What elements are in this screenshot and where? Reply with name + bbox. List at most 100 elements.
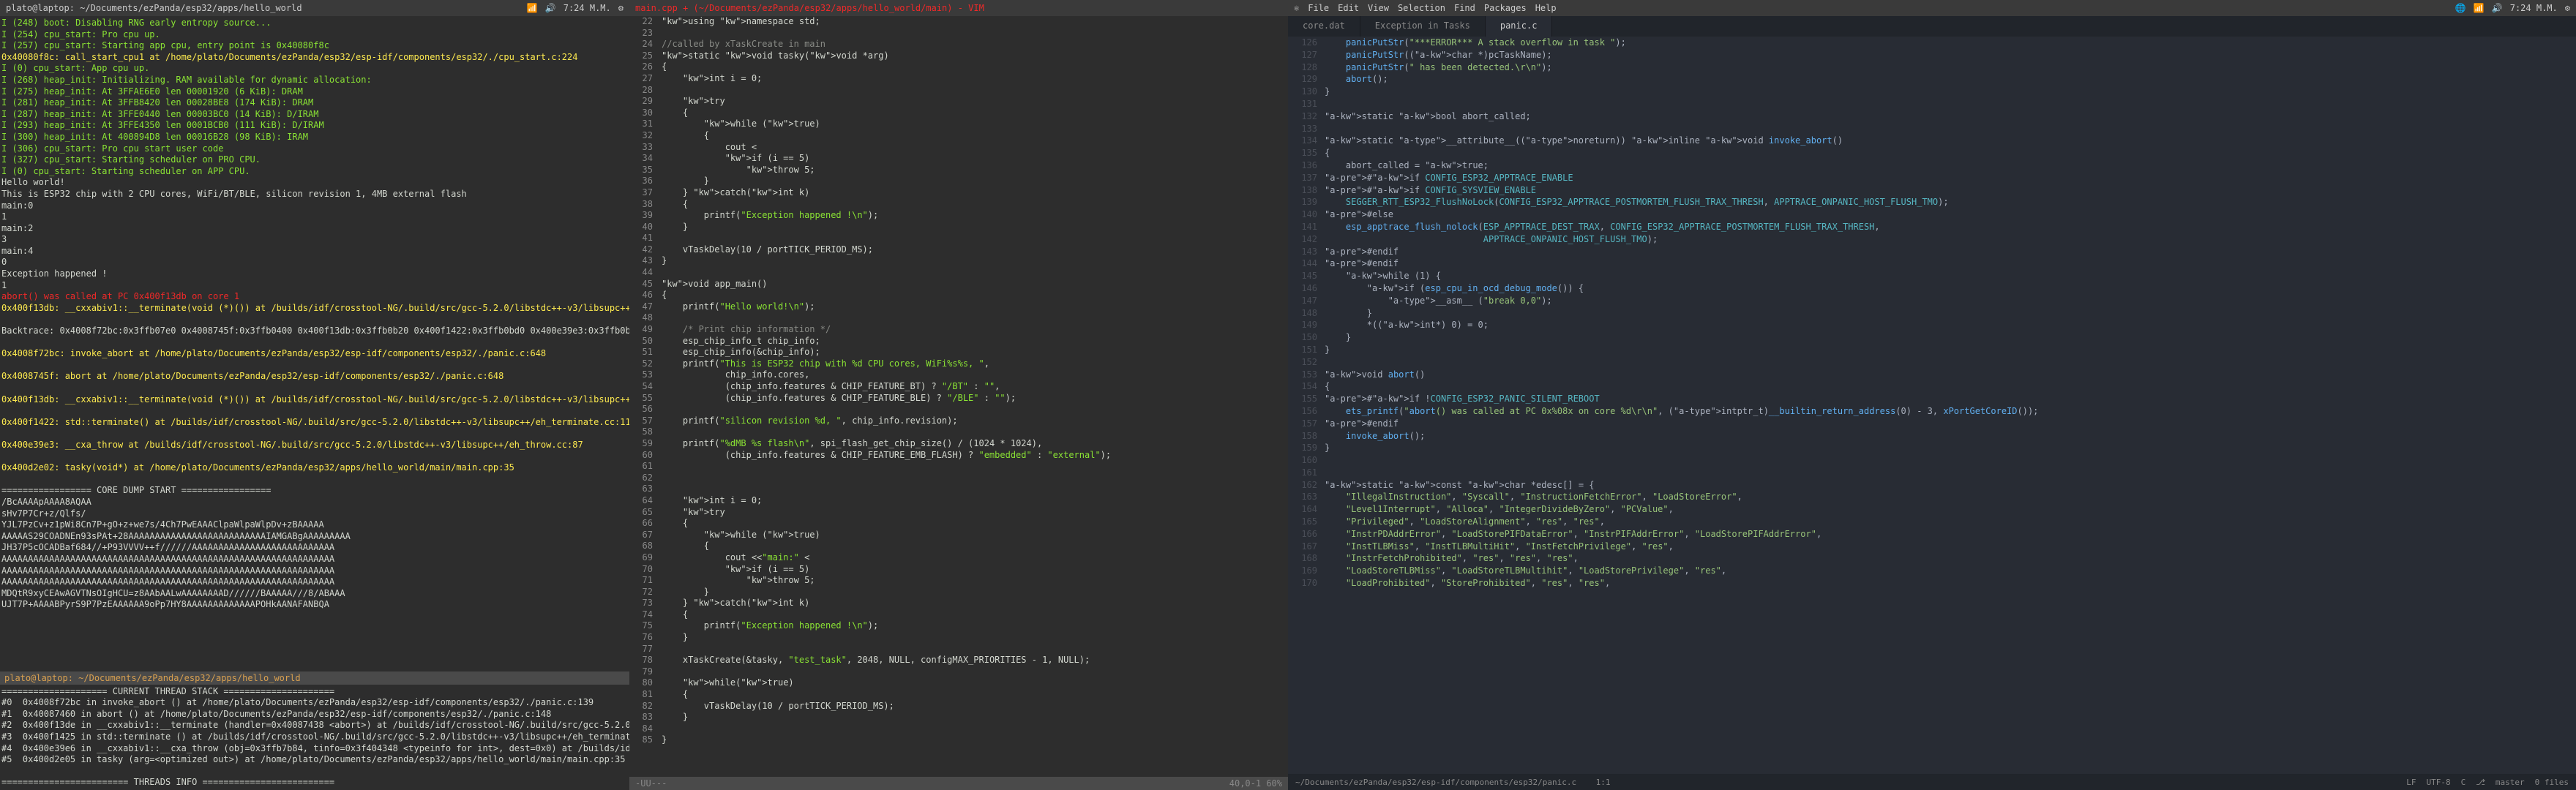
system-menubar: plato@laptop: ~/Documents/ezPanda/esp32/… xyxy=(0,0,629,16)
code-line: "Privileged", "LoadStoreAlignment", "res… xyxy=(1325,516,2576,528)
menu-edit[interactable]: Edit xyxy=(1338,3,1359,13)
sound-icon[interactable]: 🔊 xyxy=(545,3,556,13)
language-mode[interactable]: C xyxy=(2461,778,2466,787)
tab-core-dat[interactable]: core.dat xyxy=(1288,16,1360,37)
tab-exception-in-tasks[interactable]: Exception in Tasks xyxy=(1360,16,1486,37)
code-line: "a-pre">#endif xyxy=(1325,246,2576,258)
menu-selection[interactable]: Selection xyxy=(1398,3,1445,13)
atom-code-content[interactable]: panicPutStr("***ERROR*** A stack overflo… xyxy=(1325,37,2576,774)
code-line: "kw">try xyxy=(662,507,1288,519)
cursor-position[interactable]: 1:1 xyxy=(1596,778,1611,787)
code-line: { xyxy=(662,290,1288,301)
app-output-line: 0 xyxy=(1,257,628,268)
line-ending[interactable]: LF xyxy=(2406,778,2416,787)
menu-packages[interactable]: Packages xyxy=(1484,3,1527,13)
code-line: (chip_info.features & CHIP_FEATURE_BLE) … xyxy=(662,393,1288,405)
code-line xyxy=(662,85,1288,97)
app-output-line: main:4 xyxy=(1,246,628,257)
browser-icon[interactable]: 🌐 xyxy=(2455,3,2466,13)
wifi-icon[interactable]: 📶 xyxy=(527,3,538,13)
code-line: "a-pre">#"a-kw">if CONFIG_SYSVIEW_ENABLE xyxy=(1325,184,2576,197)
code-line: abort_called = "a-kw">true; xyxy=(1325,159,2576,172)
terminal-output[interactable]: I (248) boot: Disabling RNG early entrop… xyxy=(0,16,629,672)
sound-icon[interactable]: 🔊 xyxy=(2492,3,2503,13)
gear-icon[interactable]: ⚙ xyxy=(2565,3,2570,13)
code-line: } xyxy=(1325,442,2576,454)
core-dump-line: UJT7P+AAAABPyrS9P7PzEAAAAAA9oPp7HY8AAAAA… xyxy=(1,599,628,611)
code-line: "kw">while ("kw">true) xyxy=(662,530,1288,541)
code-line: cout <<"main:" < xyxy=(662,552,1288,564)
boot-log-line: I (248) boot: Disabling RNG early entrop… xyxy=(1,18,628,29)
code-line xyxy=(662,461,1288,473)
code-line xyxy=(662,473,1288,484)
backtrace-line: 0x4008f72bc: invoke_abort at /home/plato… xyxy=(1,348,628,360)
code-line: printf("%dMB %s flash\n", spi_flash_get_… xyxy=(662,438,1288,450)
git-branch[interactable]: master xyxy=(2496,778,2525,787)
encoding[interactable]: UTF-8 xyxy=(2426,778,2450,787)
core-dump-line: AAAAAAAAAAAAAAAAAAAAAAAAAAAAAAAAAAAAAAAA… xyxy=(1,565,628,577)
code-line: esp_chip_info(&chip_info); xyxy=(662,347,1288,358)
git-fetch[interactable]: 0 files xyxy=(2535,778,2569,787)
code-line: "a-kw">while (1) { xyxy=(1325,270,2576,282)
app-output-line: This is ESP32 chip with 2 CPU cores, WiF… xyxy=(1,189,628,200)
file-path[interactable]: ~/Documents/ezPanda/esp32/esp-idf/compon… xyxy=(1295,778,1576,787)
wifi-icon[interactable]: 📶 xyxy=(2474,3,2485,13)
menu-help[interactable]: Help xyxy=(1535,3,1557,13)
backtrace-line: 0x400e39e3: __cxa_throw at /builds/idf/c… xyxy=(1,440,628,451)
code-line: { xyxy=(662,689,1288,701)
boot-log-line: I (257) cpu_start: Starting app cpu, ent… xyxy=(1,40,628,52)
stack-frame-line: #0 0x4008f72bc in invoke_abort () at /ho… xyxy=(1,697,628,709)
atom-window: ⚛ FileEditViewSelectionFindPackagesHelp … xyxy=(1288,0,2576,790)
core-dump-line: AAAAAAAAAAAAAAAAAAAAAAAAAAAAAAAAAAAAAAAA… xyxy=(1,576,628,588)
code-line: "kw">if (i == 5) xyxy=(662,153,1288,165)
code-line: "a-kw">if (esp_cpu_in_ocd_debug_mode()) … xyxy=(1325,282,2576,295)
editor-top-bar: main.cpp + (~/Documents/ezPanda/esp32/ap… xyxy=(629,0,1288,16)
core-dump-line: /BcAAAApAAAA8AQAA xyxy=(1,497,628,508)
code-line: "InstrPDAddrError", "LoadStorePIFDataErr… xyxy=(1325,528,2576,541)
code-line: { xyxy=(662,518,1288,530)
editor-mode: -UU--- xyxy=(635,778,667,789)
clock-text[interactable]: 7:24 M.M. xyxy=(564,3,611,13)
emacs-status-line: plato@laptop: ~/Documents/ezPanda/esp32/… xyxy=(0,672,629,685)
atom-line-gutter: 126 127 128 129 130 131 132 133 134 135 … xyxy=(1288,37,1325,774)
code-line: panicPutStr("***ERROR*** A stack overflo… xyxy=(1325,37,2576,49)
backtrace-line xyxy=(1,337,628,349)
app-output-line: 3 xyxy=(1,234,628,246)
app-output-line: Exception happened ! xyxy=(1,268,628,280)
menu-find[interactable]: Find xyxy=(1454,3,1475,13)
code-line: "a-kw">static "a-type">__attribute__(("a… xyxy=(1325,135,2576,147)
code-line: "a-kw">static "a-kw">const "a-kw">char *… xyxy=(1325,479,2576,492)
code-line xyxy=(662,312,1288,324)
code-line xyxy=(662,644,1288,655)
menu-view[interactable]: View xyxy=(1368,3,1389,13)
code-line: "kw">while("kw">true) xyxy=(662,677,1288,689)
tab-panic-c[interactable]: panic.c xyxy=(1486,16,1553,37)
code-line: } xyxy=(1325,86,2576,98)
code-line: esp_apptrace_flush_nolock(ESP_APPTRACE_D… xyxy=(1325,221,2576,233)
backtrace-line xyxy=(1,360,628,372)
code-line: { xyxy=(662,199,1288,211)
code-line: } xyxy=(662,734,1288,746)
menu-file[interactable]: File xyxy=(1308,3,1329,13)
atom-tab-bar: core.datException in Taskspanic.c xyxy=(1288,16,2576,37)
code-line: cout < xyxy=(662,142,1288,154)
code-line: } xyxy=(662,222,1288,233)
core-dump-line: MDQtR9xyCEAwAGVTNsOIgHCU=z8AAbAALwAAAAAA… xyxy=(1,588,628,600)
core-dump-header: ================= CORE DUMP START ======… xyxy=(1,485,628,497)
code-line xyxy=(1325,467,2576,479)
code-line xyxy=(1325,454,2576,467)
code-content[interactable]: "kw">using "kw">namespace std; //called … xyxy=(659,16,1288,777)
clock-text-right[interactable]: 7:24 M.M. xyxy=(2510,3,2558,13)
code-line: printf("Exception happened !\n"); xyxy=(662,210,1288,222)
thread-stack-pane[interactable]: ==================== CURRENT THREAD STAC… xyxy=(0,685,629,790)
code-line xyxy=(1325,123,2576,135)
code-line: "a-pre">#endif xyxy=(1325,257,2576,270)
gear-icon[interactable]: ⚙ xyxy=(618,3,624,13)
terminal-pane: plato@laptop: ~/Documents/ezPanda/esp32/… xyxy=(0,0,629,790)
atom-logo-icon[interactable]: ⚛ xyxy=(1294,3,1299,13)
code-editor-body[interactable]: 22 23 24 25 26 27 28 29 30 31 32 33 34 3… xyxy=(629,16,1288,777)
code-line: { xyxy=(662,61,1288,73)
backtrace-line xyxy=(1,428,628,440)
code-line: } xyxy=(662,587,1288,598)
code-line xyxy=(662,666,1288,678)
